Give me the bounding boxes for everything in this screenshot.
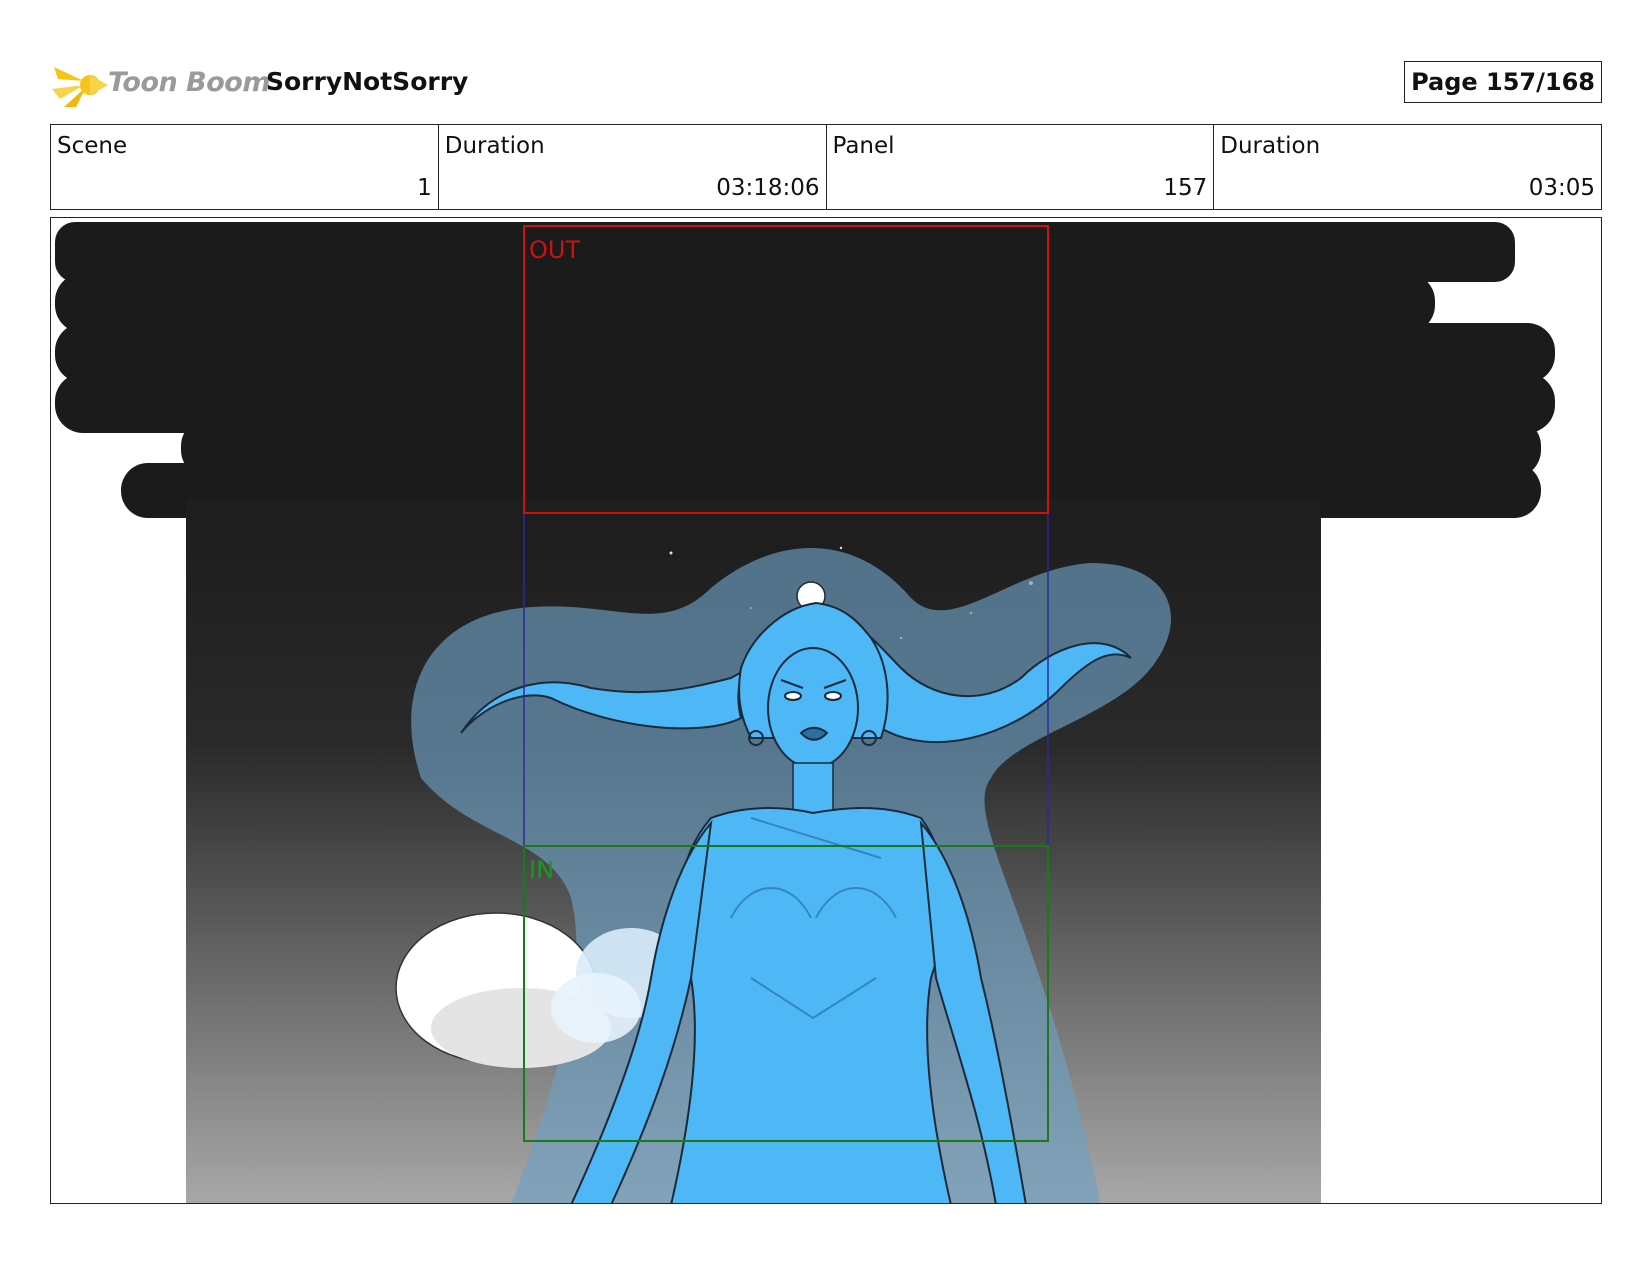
page-header: Toon Boom SorryNotSorry Page 157/168 [50, 55, 1602, 115]
storyboard-panel: OUT IN [50, 217, 1602, 1204]
panel-label: Panel [832, 133, 895, 159]
face [767, 647, 859, 769]
project-title: SorryNotSorry [266, 67, 469, 96]
brand-name: Toon Boom [108, 67, 270, 98]
scene-duration-value: 03:18:06 [716, 175, 820, 201]
panel-artwork: OUT IN [55, 222, 1555, 1203]
panel-info-table: Scene 1 Duration 03:18:06 Panel 157 Dura… [50, 124, 1602, 210]
scene-duration-cell: Duration 03:18:06 [439, 125, 827, 209]
toon-boom-logo-icon [52, 67, 108, 107]
out-frame-label: OUT [529, 236, 580, 264]
in-frame-label: IN [529, 856, 554, 884]
panel-value: 157 [1163, 175, 1208, 201]
panel-duration-value: 03:05 [1528, 175, 1595, 201]
dark-brush-strokes [55, 222, 1555, 558]
scene-label: Scene [57, 133, 128, 159]
panel-cell: Panel 157 [827, 125, 1215, 209]
panel-duration-label: Duration [1220, 133, 1321, 159]
page-indicator: Page 157/168 [1404, 61, 1602, 103]
scene-cell: Scene 1 [51, 125, 439, 209]
scene-value: 1 [417, 175, 432, 201]
body [670, 807, 952, 1203]
scene-duration-label: Duration [444, 133, 545, 159]
panel-duration-cell: Duration 03:05 [1214, 125, 1601, 209]
